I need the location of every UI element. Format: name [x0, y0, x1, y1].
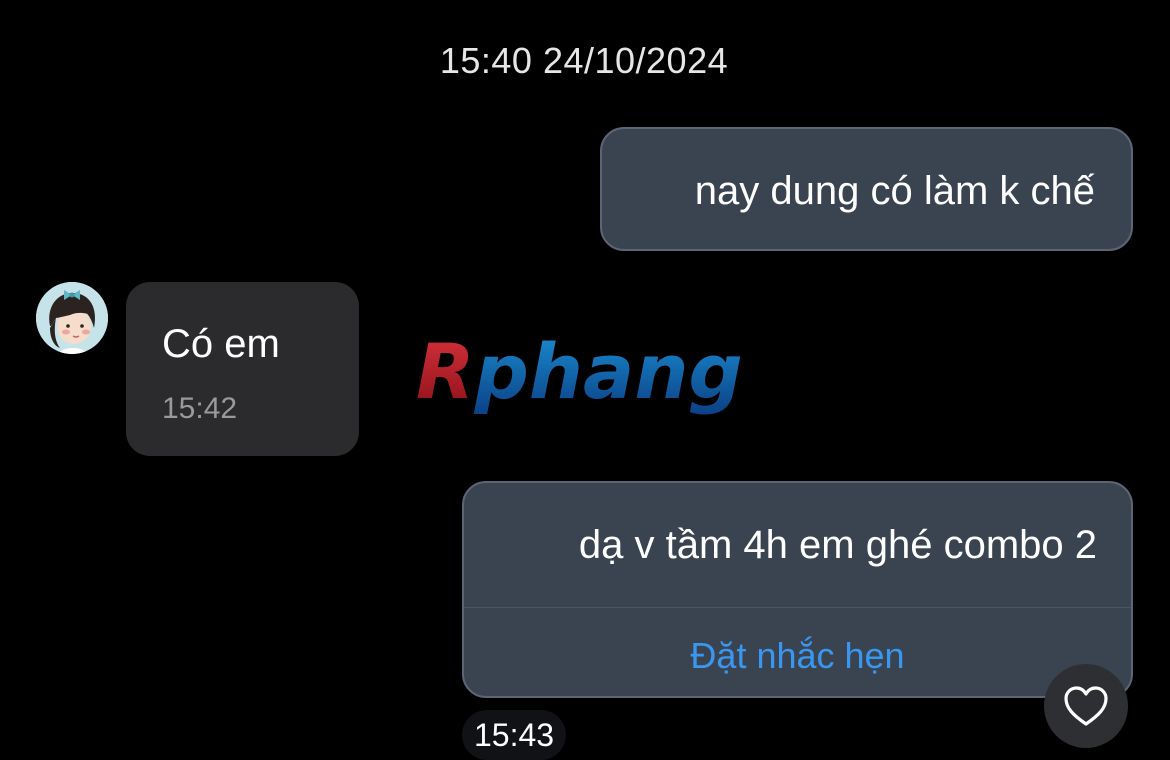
message-text: Có em	[162, 322, 280, 366]
girl-avatar-icon	[36, 282, 108, 354]
message-timestamp: 15:43	[462, 710, 567, 760]
contact-avatar[interactable]	[36, 282, 108, 354]
message-text: nay dung có làm k chế	[694, 169, 1095, 213]
date-separator: 15:40 24/10/2024	[439, 40, 729, 81]
outgoing-message-bubble-with-action[interactable]: dạ v tầm 4h em ghé combo 2 Đặt nhắc hẹn	[462, 481, 1133, 698]
message-timestamp: 15:42	[162, 392, 238, 425]
watermark-letter-r: Rphang	[416, 332, 743, 416]
heart-reaction-button[interactable]	[1044, 664, 1128, 748]
incoming-message-bubble[interactable]: Có em 15:42	[126, 282, 359, 456]
set-reminder-link[interactable]: Đặt nhắc hẹn	[464, 635, 1131, 677]
outgoing-message-bubble[interactable]: nay dung có làm k chế	[600, 127, 1133, 251]
heart-outline-icon	[1064, 686, 1108, 726]
bubble-divider	[464, 607, 1131, 608]
watermark-logo: Rphang	[416, 332, 743, 416]
message-text: dạ v tầm 4h em ghé combo 2	[578, 523, 1097, 567]
